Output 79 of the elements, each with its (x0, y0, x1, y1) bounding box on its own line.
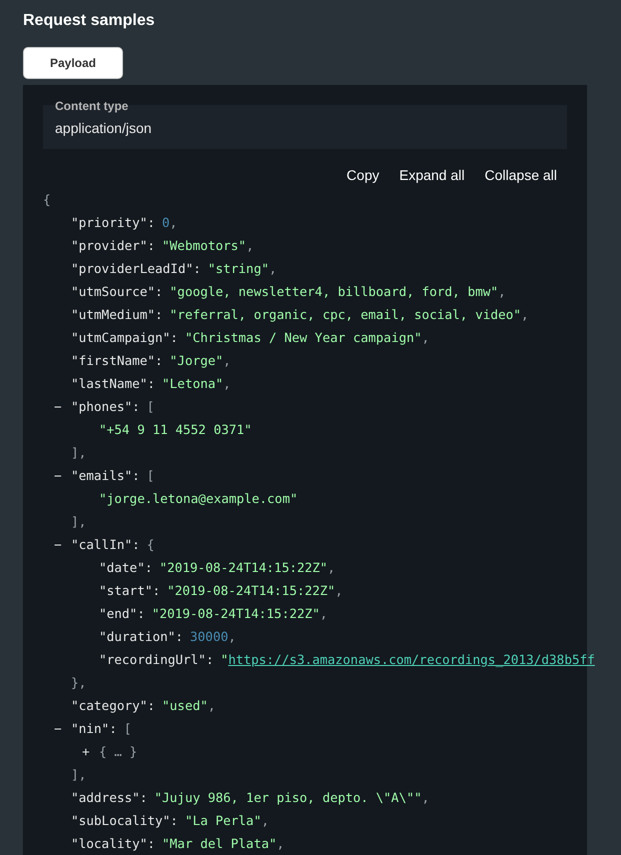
close-bracket: }, (71, 674, 86, 692)
number-value: 30000 (190, 628, 228, 646)
json-key: "priority": (71, 212, 156, 232)
json-key: "start": (99, 580, 160, 600)
number-value: 0 (162, 214, 170, 232)
json-key: "end": (99, 604, 145, 624)
string-value: "used" (162, 696, 208, 715)
comma: , (498, 282, 506, 301)
json-key: "callIn": (71, 534, 140, 554)
code-action-button[interactable]: Collapse all (484, 165, 557, 185)
string-value: "2019-08-24T14:15:22Z" (167, 582, 336, 600)
section-title: Request samples (23, 11, 156, 31)
close-bracket: ], (71, 766, 86, 784)
comma: , (261, 812, 269, 830)
string-value: "Christmas / New Year campaign" (184, 328, 422, 347)
comma: , (223, 374, 231, 393)
string-value: "Webmotors" (162, 236, 246, 255)
json-key: "utmSource": (71, 282, 163, 302)
string-value: "La Perla" (184, 812, 262, 830)
json-key: "firstName": (71, 350, 163, 370)
comma: , (335, 582, 343, 600)
string-value: "Jorge" (170, 352, 224, 370)
json-key: "address": (71, 788, 148, 808)
json-key: "providerLeadId": (71, 258, 201, 278)
string-value: "referral, organic, cpc, email, social, video" (170, 306, 522, 324)
string-value: "2019-08-24T14:15:22Z" (159, 558, 328, 577)
json-key: "recordingUrl": (99, 650, 214, 670)
collapse-toggle[interactable]: − (54, 534, 71, 554)
json-key: "category": (71, 696, 156, 716)
comma: , (268, 260, 277, 278)
json-key: "date": (99, 558, 152, 578)
comma: , (320, 604, 328, 623)
collapse-toggle[interactable]: − (54, 466, 71, 486)
comma: , (246, 236, 254, 255)
json-key: "nin": (71, 718, 117, 738)
quote-mark: " (220, 650, 228, 669)
open-bracket: { (146, 536, 154, 554)
collapse-toggle[interactable]: − (54, 396, 71, 416)
string-value: "jorge.letona@example.com" (99, 490, 298, 508)
json-key: "phones": (71, 396, 140, 416)
code-action-button[interactable]: Copy (346, 165, 380, 185)
json-key: "locality": (71, 834, 156, 854)
comma: , (521, 306, 529, 324)
comma: , (328, 558, 336, 577)
string-value: "Jujuy 986, 1er piso, depto. \"A\"" (154, 788, 422, 807)
content-type-label: Content type (55, 98, 128, 115)
code-action-button[interactable]: Expand all (399, 165, 465, 185)
open-brace: { (43, 190, 51, 209)
comma: , (228, 628, 236, 646)
collapsed-object[interactable]: { … } (99, 742, 138, 762)
json-key: "utmCampaign": (71, 328, 178, 348)
comma: , (208, 696, 216, 715)
comma: , (170, 214, 178, 232)
comma: , (422, 788, 430, 807)
string-value: "Letona" (162, 374, 224, 393)
string-value: "string" (208, 260, 269, 278)
string-value: "Mar del Plata" (162, 834, 277, 853)
json-key: "provider": (71, 236, 156, 256)
json-key: "subLocality": (71, 810, 178, 830)
open-bracket: [ (146, 466, 154, 485)
comma: , (276, 834, 284, 853)
json-key: "utmMedium": (71, 304, 163, 324)
json-key: "emails": (71, 466, 140, 486)
collapse-toggle[interactable]: − (54, 718, 71, 738)
recording-link[interactable]: https://s3.amazonaws.com/recordings_2013/d38b5ff (228, 650, 595, 670)
open-bracket: [ (146, 398, 154, 416)
payload-tab[interactable]: Payload (23, 47, 123, 79)
close-bracket: ], (71, 512, 86, 531)
open-bracket: [ (124, 720, 132, 738)
content-type-value: application/json (55, 120, 152, 136)
comma: , (422, 328, 430, 347)
json-key: "lastName": (71, 374, 156, 394)
collapse-toggle[interactable]: + (82, 742, 99, 762)
json-key: "duration": (99, 626, 184, 646)
comma: , (223, 352, 231, 370)
string-value: "2019-08-24T14:15:22Z" (152, 604, 320, 623)
string-value: "+54 9 11 4552 0371" (99, 420, 252, 439)
string-value: "google, newsletter4, billboard, ford, bmw" (170, 282, 498, 301)
close-bracket: ], (71, 444, 86, 462)
